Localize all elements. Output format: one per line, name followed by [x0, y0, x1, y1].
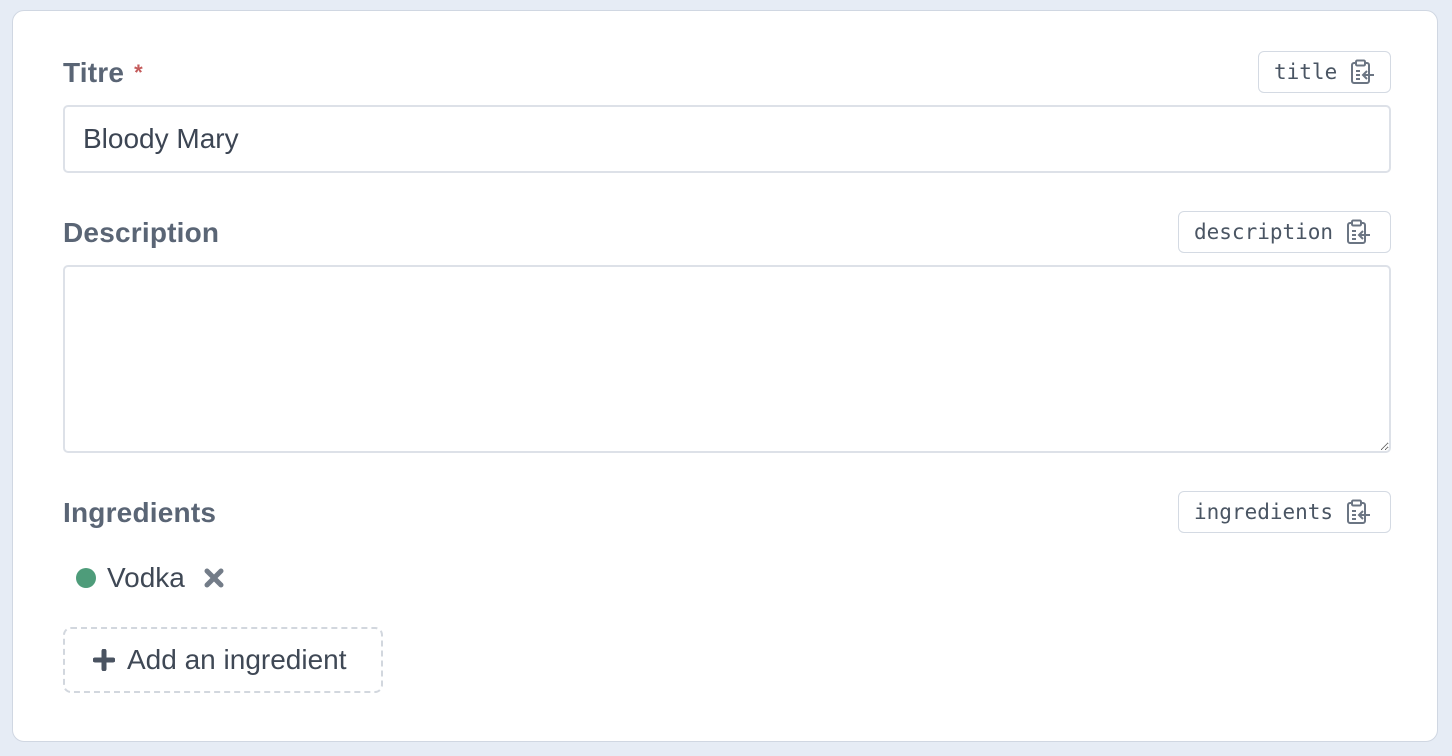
- title-label: Titre *: [63, 57, 143, 89]
- required-mark: *: [134, 60, 143, 85]
- ingredient-label: Vodka: [107, 562, 185, 593]
- ingredient-status-dot: [76, 568, 96, 588]
- title-key-chip[interactable]: title: [1258, 51, 1391, 93]
- form-card: Titre * title Description description: [12, 10, 1438, 742]
- title-field: Titre * title: [63, 51, 1391, 173]
- ingredients-label: Ingredients: [63, 497, 217, 528]
- description-key-text: description: [1194, 220, 1334, 244]
- ingredient-tag: Vodka: [76, 561, 225, 595]
- title-input[interactable]: [63, 105, 1391, 173]
- title-label-text: Titre: [63, 57, 125, 88]
- plus-icon: [93, 649, 115, 671]
- ingredients-key-text: ingredients: [1194, 500, 1334, 524]
- ingredients-key-chip[interactable]: ingredients: [1178, 491, 1391, 533]
- description-textarea[interactable]: [63, 265, 1391, 453]
- title-key-text: title: [1274, 60, 1338, 84]
- add-ingredient-label: Add an ingredient: [127, 644, 347, 675]
- close-x-icon[interactable]: [203, 567, 225, 589]
- description-key-chip[interactable]: description: [1178, 211, 1391, 253]
- description-label: Description: [63, 217, 220, 248]
- clipboard-import-icon: [1347, 219, 1371, 244]
- description-field: Description description: [63, 211, 1391, 453]
- ingredients-field: Ingredients ingredients Vodka Add an ing…: [63, 491, 1391, 695]
- add-ingredient-button[interactable]: Add an ingredient: [63, 627, 383, 693]
- clipboard-import-icon: [1351, 59, 1375, 84]
- clipboard-import-icon: [1347, 499, 1371, 524]
